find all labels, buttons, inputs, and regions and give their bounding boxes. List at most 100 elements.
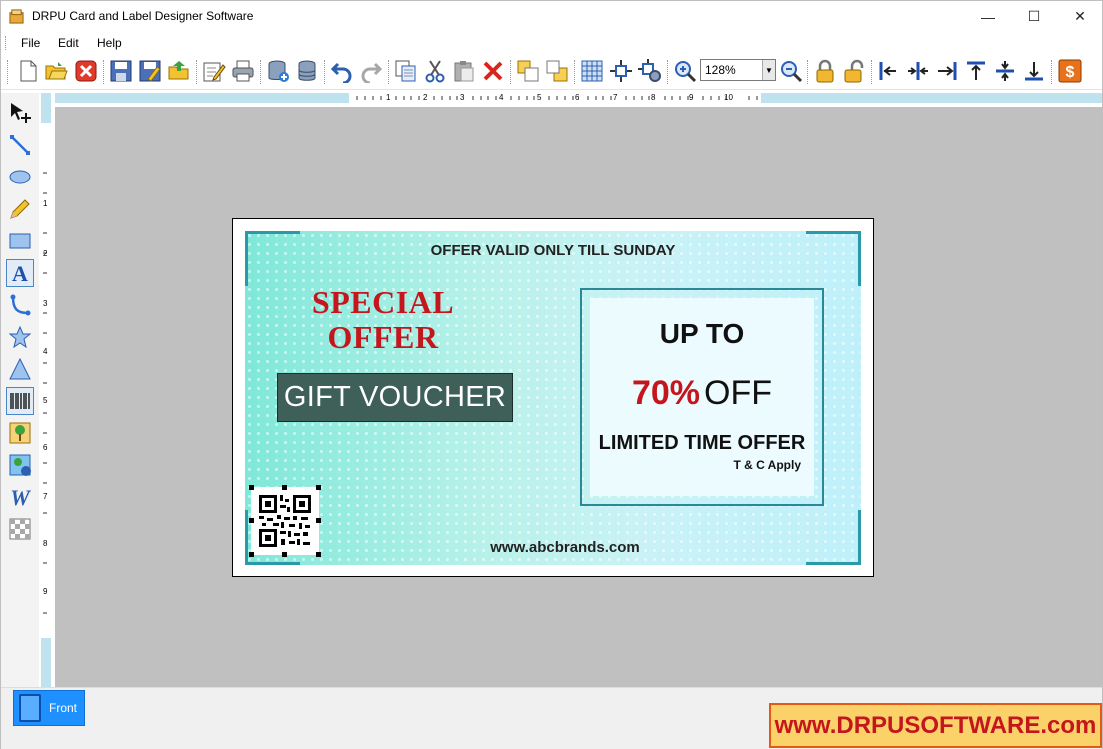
save-disk-icon (110, 60, 132, 82)
database-add-button[interactable] (265, 58, 291, 84)
selection-handle[interactable] (316, 485, 321, 490)
copy-button[interactable] (393, 58, 419, 84)
select-tool[interactable] (6, 99, 34, 127)
save-as-button[interactable] (137, 58, 163, 84)
vruler-label: 7 (43, 492, 48, 501)
grid-button[interactable] (579, 58, 605, 84)
line-tool[interactable] (6, 131, 34, 159)
save-button[interactable] (108, 58, 134, 84)
align-bottom-button[interactable] (1021, 58, 1047, 84)
align-right-icon (938, 62, 957, 80)
hruler-label: 10 (724, 93, 733, 102)
buy-now-button[interactable]: $ (1057, 58, 1083, 84)
edit-properties-button[interactable] (201, 58, 227, 84)
watermark-tool[interactable] (6, 515, 34, 543)
toolbar-separator (196, 60, 197, 84)
hruler-label: 5 (537, 93, 542, 102)
terms-text[interactable]: T & C Apply (733, 458, 801, 472)
toolbar-grip (7, 60, 8, 84)
ellipse-tool[interactable] (6, 163, 34, 191)
delete-button[interactable] (480, 58, 506, 84)
image-library-tool[interactable] (6, 451, 34, 479)
menu-help[interactable]: Help (97, 36, 122, 50)
website-text[interactable]: www.abcbrands.com (445, 539, 685, 556)
discount-box[interactable]: UP TO 70% OFF LIMITED TIME OFFER T & C Ap… (580, 288, 824, 506)
selection-handle[interactable] (249, 485, 254, 490)
new-button[interactable] (15, 58, 41, 84)
arc-tool[interactable] (6, 291, 34, 319)
qr-code[interactable] (249, 485, 321, 557)
vruler-label: 2 (43, 249, 48, 258)
copy-icon (395, 60, 416, 82)
hruler-label: 2 (423, 93, 428, 102)
selection-handle[interactable] (249, 518, 254, 523)
send-back-button[interactable] (544, 58, 570, 84)
zoom-value: 128% (705, 63, 736, 77)
tab-front[interactable]: Front (13, 690, 85, 726)
gift-voucher-label[interactable]: GIFT VOUCHER (277, 373, 513, 422)
minimize-button[interactable]: — (965, 1, 1011, 32)
triangle-tool[interactable] (6, 355, 34, 383)
align-top-button[interactable] (963, 58, 989, 84)
align-middle-v-button[interactable] (992, 58, 1018, 84)
rectangle-tool[interactable] (6, 227, 34, 255)
voucher-card[interactable]: OFFER VALID ONLY TILL SUNDAY SPECIAL OFF… (245, 231, 861, 565)
database-button[interactable] (294, 58, 320, 84)
chevron-down-icon[interactable]: ▼ (762, 60, 775, 80)
pencil-tool[interactable] (6, 195, 34, 223)
maximize-button[interactable]: ☐ (1011, 1, 1057, 32)
svg-text:$: $ (1066, 64, 1075, 81)
hruler-label: 9 (689, 93, 694, 102)
print-button[interactable] (230, 58, 256, 84)
limited-time-text[interactable]: LIMITED TIME OFFER (590, 432, 814, 455)
fit-page-button[interactable] (608, 58, 634, 84)
tab-front-label: Front (49, 701, 78, 715)
barcode-tool[interactable] (6, 387, 34, 415)
undo-button[interactable] (329, 58, 355, 84)
bring-front-button[interactable] (515, 58, 541, 84)
special-offer-text[interactable]: SPECIAL OFFER (293, 285, 473, 355)
paste-button[interactable] (451, 58, 477, 84)
zoom-out-button[interactable] (778, 58, 804, 84)
window-title: DRPU Card and Label Designer Software (32, 9, 254, 23)
scissors-icon (425, 60, 445, 83)
toolbar-separator (667, 60, 668, 84)
offer-valid-text[interactable]: OFFER VALID ONLY TILL SUNDAY (245, 242, 861, 259)
selection-handle[interactable] (249, 552, 254, 557)
close-button[interactable]: ✕ (1057, 1, 1103, 32)
open-button[interactable] (43, 58, 69, 84)
zoom-in-icon (675, 61, 697, 83)
menu-file[interactable]: File (21, 36, 40, 50)
pencil-icon (10, 199, 30, 219)
menu-edit[interactable]: Edit (58, 36, 79, 50)
text-tool[interactable]: A (6, 259, 34, 287)
cut-button[interactable] (422, 58, 448, 84)
align-right-button[interactable] (934, 58, 960, 84)
database-icon (298, 60, 316, 81)
vruler-label: 9 (43, 587, 48, 596)
zoom-in-button[interactable] (672, 58, 698, 84)
hruler-label: 3 (460, 93, 465, 102)
zoom-settings-button[interactable] (637, 58, 663, 84)
selection-handle[interactable] (282, 552, 287, 557)
design-canvas[interactable]: OFFER VALID ONLY TILL SUNDAY SPECIAL OFF… (55, 107, 1102, 687)
image-tool[interactable] (6, 419, 34, 447)
align-center-h-button[interactable] (905, 58, 931, 84)
close-doc-button[interactable] (73, 58, 99, 84)
selection-handle[interactable] (316, 552, 321, 557)
card-page[interactable]: OFFER VALID ONLY TILL SUNDAY SPECIAL OFF… (232, 218, 874, 577)
redo-button[interactable] (358, 58, 384, 84)
up-to-text[interactable]: UP TO (590, 318, 814, 350)
drawing-tools-panel: A W (1, 93, 39, 687)
export-button[interactable] (166, 58, 192, 84)
star-tool[interactable] (6, 323, 34, 351)
align-left-button[interactable] (876, 58, 902, 84)
special-line: SPECIAL (311, 284, 455, 320)
discount-text[interactable]: 70% OFF (590, 374, 814, 413)
zoom-dropdown[interactable]: 128% ▼ (700, 59, 776, 81)
unlock-button[interactable] (841, 58, 867, 84)
wordart-tool[interactable]: W (6, 483, 34, 511)
selection-handle[interactable] (316, 518, 321, 523)
lock-button[interactable] (812, 58, 838, 84)
selection-handle[interactable] (282, 485, 287, 490)
